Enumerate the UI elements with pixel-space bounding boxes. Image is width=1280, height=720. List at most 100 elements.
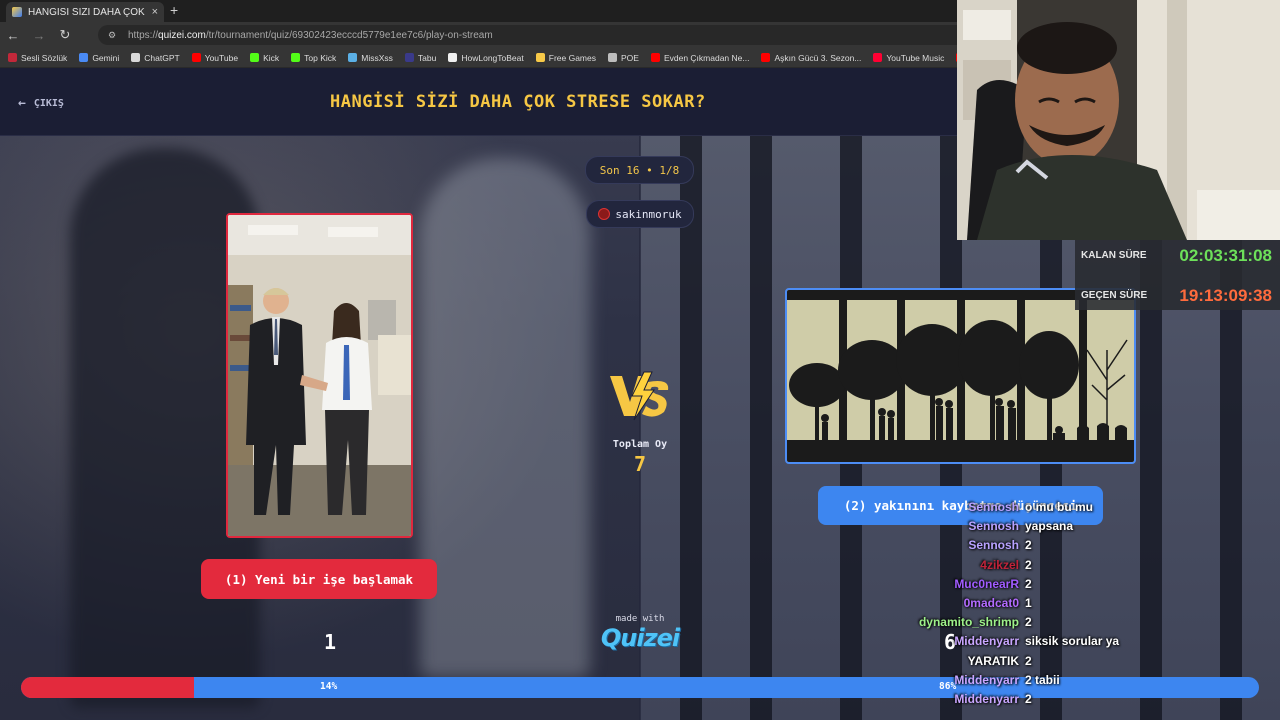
bookmark-label: Sesli Sözlük <box>21 52 68 63</box>
chat-message: Sennosh 2 <box>900 538 1160 557</box>
bookmark-item[interactable]: ChatGPT <box>131 52 180 63</box>
round-badge: Son 16 • 1/8 <box>585 156 694 184</box>
quiz-header: ← ÇIKIŞ HANGİSİ SİZİ DAHA ÇOK STRESE SOK… <box>0 68 960 136</box>
url-scheme: https:// <box>128 29 159 41</box>
bookmark-item[interactable]: Top Kick <box>291 53 336 63</box>
chat-text: o mu bu mu <box>1025 500 1093 514</box>
left-percent: 14% <box>320 681 338 692</box>
chat-message: dynamito_shrimp 2 <box>900 615 1160 634</box>
quizei-logo[interactable]: Quizei <box>596 624 684 652</box>
bookmark-favicon-icon <box>608 53 617 62</box>
bookmark-item[interactable]: Free Games <box>535 52 596 63</box>
chat-message: Middenyarr siksik sorular ya <box>900 634 1160 653</box>
bookmark-label: Tabu <box>417 52 437 63</box>
bookmark-favicon-icon <box>404 53 414 62</box>
stream-timers: KALAN SÜRE 02:03:31:08 GEÇEN SÜRE 19:13:09:… <box>1075 240 1280 310</box>
bookmark-favicon-icon <box>535 53 545 62</box>
bookmark-item[interactable]: Aşkın Gücü 3. Sezon... <box>761 53 861 63</box>
left-choice-button[interactable]: (1) Yeni bir işe başlamak <box>201 559 437 599</box>
bookmark-label: Top Kick <box>304 52 337 63</box>
chat-message: Muc0nearR 2 <box>900 577 1160 596</box>
bookmark-item[interactable]: Sesli Sözlük <box>8 53 67 63</box>
chat-text: 2 <box>1025 576 1032 591</box>
chat-text: 1 <box>1025 596 1032 610</box>
bookmark-favicon-icon <box>650 53 660 62</box>
chat-message: Middenyarr 2 <box>900 692 1160 711</box>
timer-row: KALAN SÜRE 02:03:31:08 <box>1075 246 1280 266</box>
bookmark-label: MissXss <box>361 52 393 63</box>
active-tab[interactable]: HANGİSİ SİZİ DAHA ÇOK STRESE × <box>6 2 164 22</box>
chat-username: 0madcat0 <box>963 596 1019 610</box>
versus-icon <box>610 371 669 421</box>
left-progress-fill <box>21 677 195 698</box>
total-votes-value: 7 <box>633 452 647 476</box>
chat-username: Sennosh <box>968 500 1019 514</box>
office-handshake-photo <box>228 215 411 536</box>
bookmark-item[interactable]: YouTube <box>191 52 239 63</box>
bookmark-label: Gemini <box>92 52 120 63</box>
bookmark-favicon-icon <box>250 53 260 62</box>
chat-message: 4zikzel 2 <box>900 558 1160 577</box>
bookmark-item[interactable]: Tabu <box>404 52 437 63</box>
bookmark-item[interactable]: MissXss <box>348 53 393 63</box>
screen: { "browser": { "tab_title": "HANGİSİ SİZ… <box>0 0 1280 720</box>
exit-button[interactable]: ← ÇIKIŞ <box>18 96 64 111</box>
tab-strip: HANGİSİ SİZİ DAHA ÇOK STRESE × + <box>0 0 960 22</box>
bookmark-item[interactable]: Kick <box>250 53 279 63</box>
bookmark-item[interactable]: Gemini <box>79 53 119 63</box>
bookmark-label: Evden Çıkmadan Ne... <box>663 52 750 63</box>
bookmark-item[interactable]: HowLongToBeat <box>448 53 524 63</box>
streamer-badge: sakinmoruk <box>586 200 694 228</box>
forward-arrow-icon[interactable]: → <box>26 28 52 43</box>
bookmark-favicon-icon <box>873 53 883 62</box>
bookmark-favicon-icon <box>191 53 201 62</box>
streamer-webcam-feed <box>957 0 1280 240</box>
chat-username: 4zikzel <box>980 557 1019 572</box>
chat-text: 2 <box>1025 692 1032 706</box>
tab-title: HANGİSİ SİZİ DAHA ÇOK STRESE <box>28 6 148 18</box>
bookmarks-bar: Sesli Sözlük Gemini ChatGPT YouTube Kick Top … <box>0 48 960 68</box>
chat-message: 0madcat0 1 <box>900 596 1160 615</box>
chat-message: Middenyarr 2 tabii <box>900 673 1160 692</box>
reload-icon[interactable]: ↻ <box>52 27 78 43</box>
chat-username: Middenyarr <box>954 672 1019 687</box>
back-arrow-icon[interactable]: ← <box>0 28 26 43</box>
bookmark-favicon-icon <box>348 53 358 62</box>
chat-username: dynamito_shrimp <box>918 615 1019 630</box>
timer-row: GEÇEN SÜRE 19:13:09:38 <box>1075 286 1280 306</box>
chat-username: Sennosh <box>968 538 1019 553</box>
left-choice-image[interactable] <box>226 213 413 538</box>
question-title: HANGİSİ SİZİ DAHA ÇOK STRESE SOKAR? <box>330 92 706 112</box>
chat-text: siksik sorular ya <box>1025 634 1120 649</box>
address-bar[interactable]: ⚙ https://quizei.com/tr/tournament/quiz/… <box>98 25 968 45</box>
bookmark-item[interactable]: YouTube Music <box>873 53 944 63</box>
bookmark-favicon-icon <box>79 53 89 62</box>
right-choice-image[interactable] <box>785 288 1136 464</box>
bookmark-label: Free Games <box>548 52 596 63</box>
bookmark-item[interactable]: Evden Çıkmadan Ne... <box>650 52 750 63</box>
bookmark-label: POE <box>621 52 639 63</box>
bookmark-favicon-icon <box>8 53 17 62</box>
made-with-label: made with <box>615 614 665 624</box>
site-favicon-icon <box>12 7 22 17</box>
bookmark-favicon-icon <box>131 53 141 62</box>
new-tab-button[interactable]: + <box>170 2 178 18</box>
bookmark-favicon-icon <box>448 53 458 62</box>
chat-text: yapsana <box>1025 519 1074 534</box>
chat-username: Sennosh <box>968 519 1019 534</box>
arrow-left-icon: ← <box>18 96 26 111</box>
timer-label: KALAN SÜRE <box>1081 250 1147 261</box>
chat-text: 2 tabii <box>1025 672 1060 687</box>
chat-username: Muc0nearR <box>954 576 1019 591</box>
navigation-bar: ← → ↻ ⚙ https://quizei.com/tr/tournament… <box>0 22 968 48</box>
url-path: /tr/tournament/quiz/69302423ecccd5779e1e… <box>205 29 493 41</box>
site-info-icon[interactable]: ⚙ <box>108 30 120 41</box>
bookmark-item[interactable]: POE <box>608 53 639 63</box>
bookmark-label: YouTube <box>204 52 239 63</box>
chat-text: 2 <box>1025 615 1032 630</box>
chat-username: Middenyarr <box>954 692 1019 706</box>
bookmark-label: ChatGPT <box>144 52 180 63</box>
tab-close-icon[interactable]: × <box>152 6 158 18</box>
bookmark-favicon-icon <box>761 53 771 62</box>
bookmark-label: Kick <box>263 52 280 63</box>
